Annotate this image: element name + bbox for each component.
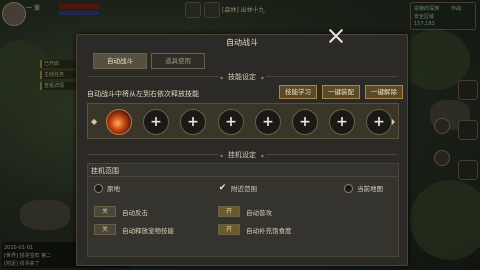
bar-left-ornament-icon: ◆ — [91, 117, 98, 126]
hang-settings-panel: 挂机范围 原地 ✔ 附近范围 当前地图 关 自动反击 开 自动普攻 关 自动释放… — [87, 163, 399, 257]
empty-skill-slot[interactable]: + — [255, 109, 281, 135]
empty-skill-slot[interactable]: + — [218, 109, 244, 135]
tab-auto-battle[interactable]: 自动战斗 — [93, 53, 147, 69]
skill-section-label: 技能设定 — [77, 72, 407, 82]
dialog-title: 自动战斗 — [226, 38, 258, 47]
hang-section-label: 挂机设定 — [77, 150, 407, 160]
skill-hint: 自动战斗中将从左到右依次释放技能 — [87, 90, 199, 98]
divider — [88, 176, 398, 177]
range-option-in-place[interactable]: 原地 — [94, 183, 120, 193]
empty-skill-slot[interactable]: + — [180, 109, 206, 135]
empty-skill-slot[interactable]: + — [292, 109, 318, 135]
range-option-label: 当前地图 — [357, 185, 383, 193]
empty-skill-slot[interactable]: + — [329, 109, 355, 135]
range-option-nearby[interactable]: ✔ 附近范围 — [218, 183, 257, 193]
auto-satiety-row: 开 自动补充饱食度 — [218, 224, 292, 235]
empty-skill-slot[interactable]: + — [366, 109, 392, 135]
toggle-label: 自动补充饱食度 — [246, 226, 292, 235]
auto-satiety-toggle[interactable]: 开 — [218, 224, 240, 235]
auto-counterattack-row: 关 自动反击 — [94, 206, 148, 217]
skill-learn-button[interactable]: 技能学习 — [279, 85, 317, 99]
auto-normal-attack-toggle[interactable]: 开 — [218, 206, 240, 217]
skill-slot-bar: ◆ ◆ + + + + + + + — [87, 103, 399, 139]
skill-section-text: 技能设定 — [218, 73, 266, 81]
hang-section-text: 挂机设定 — [218, 151, 266, 159]
close-icon[interactable] — [328, 28, 344, 44]
range-option-label: 附近范围 — [231, 185, 257, 193]
tab-item-use[interactable]: 道具使用 — [151, 53, 205, 69]
empty-skill-slot[interactable]: + — [143, 109, 169, 135]
toggle-label: 自动反击 — [122, 208, 148, 217]
auto-pet-skill-toggle[interactable]: 关 — [94, 224, 116, 235]
range-option-label: 原地 — [107, 185, 120, 193]
toggle-label: 自动释放宠物技能 — [122, 226, 174, 235]
dialog-tabs: 自动战斗 道具使用 — [93, 53, 205, 69]
toggle-label: 自动普攻 — [246, 208, 272, 217]
auto-normal-attack-row: 开 自动普攻 — [218, 206, 272, 217]
one-click-equip-button[interactable]: 一键装配 — [322, 85, 360, 99]
auto-counterattack-toggle[interactable]: 关 — [94, 206, 116, 217]
auto-pet-skill-row: 关 自动释放宠物技能 — [94, 224, 174, 235]
range-option-current-map[interactable]: 当前地图 — [344, 183, 383, 193]
checkmark-icon: ✔ — [218, 182, 227, 193]
auto-battle-dialog: 自动战斗 自动战斗 道具使用 技能设定 自动战斗中将从左到右依次释放技能 技能学… — [76, 34, 408, 266]
one-click-remove-button[interactable]: 一键解除 — [365, 85, 403, 99]
radio-unselected-icon — [94, 183, 103, 193]
radio-unselected-icon — [344, 183, 353, 193]
fire-claw-skill-icon[interactable] — [106, 109, 132, 135]
hang-range-title: 挂机范围 — [91, 167, 119, 175]
